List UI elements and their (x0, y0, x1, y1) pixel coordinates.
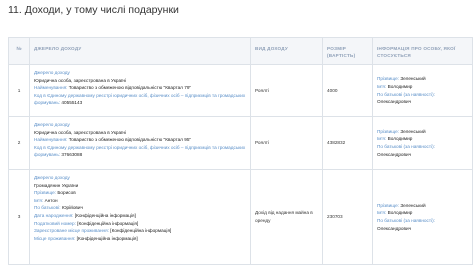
source-label: Джерело доходу (34, 175, 70, 180)
row-num: 2 (8, 116, 30, 170)
person-info-cell: Прізвище: Зеленський Ім'я: Володимир По … (372, 64, 473, 117)
source-type: Громадянин України (34, 182, 79, 188)
info-surname: Зеленський (400, 76, 426, 82)
info-patronymic: Олександрович (377, 151, 412, 157)
name-value: Антон (44, 197, 58, 203)
residence-label: Місце проживання: (34, 235, 76, 241)
source-label: Джерело доходу (34, 122, 70, 127)
amount-cell: 230703 (322, 169, 373, 265)
kind-cell: Дохід від надання майна в оренду (250, 169, 323, 265)
tax-value: [Конфіденційна інформація] (77, 220, 139, 226)
info-name-label: Ім'я: (377, 83, 387, 89)
info-patronymic: Олександрович (377, 225, 412, 231)
info-surname-label: Прізвище: (377, 128, 399, 134)
row-num: 1 (8, 64, 30, 117)
info-surname: Зеленський (400, 128, 426, 134)
row-num: 3 (8, 169, 30, 265)
source-cell: Джерело доходу Юридична особа, зареєстро… (29, 64, 251, 117)
surname-value: Борисов (57, 190, 76, 196)
info-name-label: Ім'я: (377, 210, 387, 216)
source-cell: Джерело доходу Громадянин України Прізви… (29, 169, 251, 265)
info-patronymic-label: По батькові (за наявності): (377, 91, 435, 97)
header-num: № (8, 37, 30, 65)
info-patronymic-label: По батькові (за наявності): (377, 144, 435, 149)
header-amount: Розмір (вартість) (322, 37, 373, 65)
info-name-label: Ім'я: (377, 136, 387, 142)
name-label: Ім'я: (34, 197, 44, 203)
source-type: Юридична особа, зареєстрована в Україні (34, 129, 127, 135)
income-table: № Джерело доходу Вид доходу Розмір (варт… (8, 37, 473, 265)
info-patronymic-label: По батькові (за наявності): (377, 218, 435, 223)
name-value: Товариство з обмеженою відповідальністю … (68, 85, 192, 91)
patronymic-value: Юрійович (61, 205, 83, 211)
source-label: Джерело доходу (34, 70, 70, 75)
header-kind: Вид доходу (250, 37, 323, 65)
person-info-cell: Прізвище: Зеленський Ім'я: Володимир По … (372, 116, 473, 170)
reg-address-value: [Конфіденційна інформація] (110, 228, 172, 234)
residence-value: [Конфіденційна інформація] (76, 235, 138, 241)
table-row: 3 Джерело доходу Громадянин України Пріз… (8, 169, 473, 265)
kind-cell: Роялті (250, 116, 323, 170)
surname-label: Прізвище: (34, 190, 56, 196)
birth-label: Дата народження: (34, 212, 74, 218)
table-row: 1 Джерело доходу Юридична особа, зареєст… (8, 64, 473, 117)
header-info: Інформація про особу, якої стосується (372, 37, 473, 65)
table-header-row: № Джерело доходу Вид доходу Розмір (варт… (8, 37, 473, 65)
birth-value: [Конфіденційна інформація] (74, 212, 136, 218)
info-patronymic: Олександрович (377, 99, 412, 105)
section-title: 11. Доходи, у тому числі подарунки (8, 4, 179, 16)
info-surname: Зеленський (400, 202, 426, 208)
amount-cell: 4000 (322, 64, 373, 117)
info-surname-label: Прізвище: (377, 202, 399, 208)
code-value: 40555143 (61, 100, 83, 106)
name-value: Товариство з обмеженою відповідальністю … (68, 137, 192, 143)
info-name: Володимир (387, 210, 413, 216)
table-row: 2 Джерело доходу Юридична особа, зареєст… (8, 116, 473, 170)
tax-label: Податковий номер: (34, 220, 76, 226)
code-value: 37663088 (61, 152, 83, 158)
info-surname-label: Прізвище: (377, 76, 399, 82)
info-name: Володимир (387, 83, 413, 89)
kind-cell: Роялті (250, 64, 323, 117)
amount-cell: 4382832 (322, 116, 373, 170)
name-label: Найменування: (34, 137, 68, 143)
source-cell: Джерело доходу Юридична особа, зареєстро… (29, 116, 251, 170)
name-label: Найменування: (34, 85, 68, 91)
reg-address-label: Зареєстроване місце проживання: (34, 228, 109, 234)
person-info-cell: Прізвище: Зеленський Ім'я: Володимир По … (372, 169, 473, 265)
header-source: Джерело доходу (29, 37, 251, 65)
patronymic-label: По батькові: (34, 205, 61, 211)
source-type: Юридична особа, зареєстрована в Україні (34, 77, 127, 83)
info-name: Володимир (387, 136, 413, 142)
